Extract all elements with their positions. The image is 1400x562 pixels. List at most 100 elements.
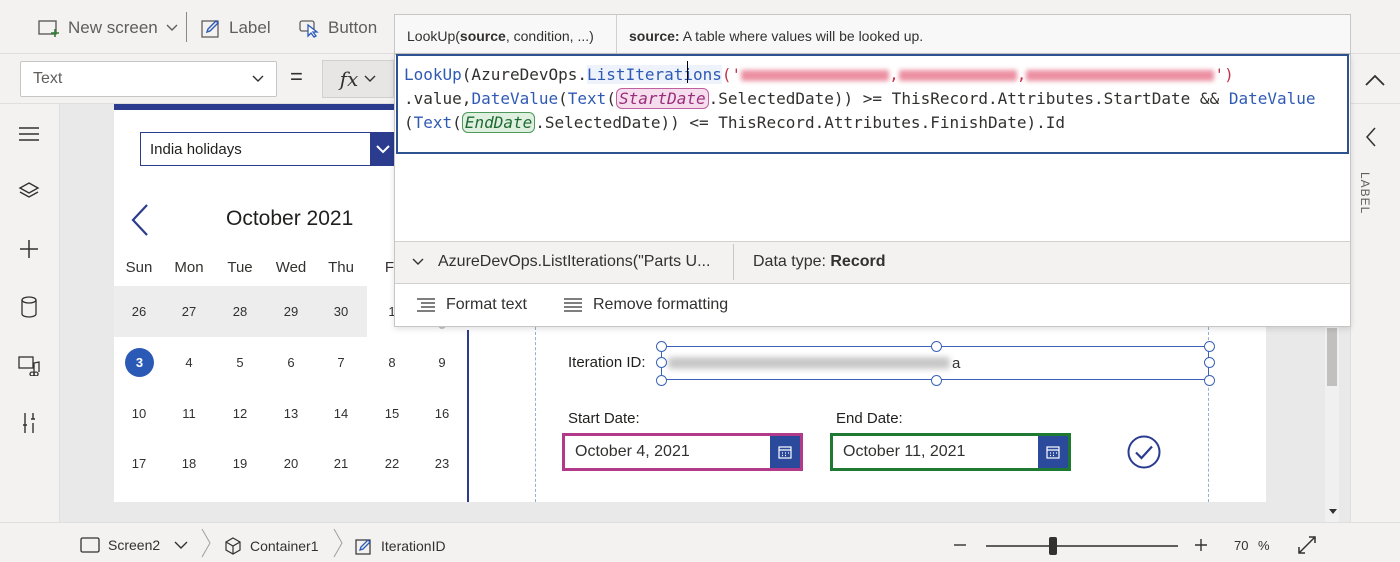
calendar-day[interactable]: 30	[316, 304, 366, 319]
resize-handle[interactable]	[1204, 357, 1215, 368]
function-signature: LookUp(source, condition, ...)	[407, 28, 594, 44]
chevron-left-icon[interactable]	[1365, 126, 1377, 148]
start-date-label: Start Date:	[568, 410, 640, 427]
calendar-day[interactable]: 15	[367, 406, 417, 421]
resize-handle[interactable]	[656, 341, 667, 352]
calendar-day[interactable]: 14	[316, 406, 366, 421]
redacted-value	[668, 357, 950, 369]
check-circle-icon[interactable]	[1127, 435, 1161, 469]
calendar-day[interactable]: 7	[316, 355, 366, 370]
start-date-calendar-button[interactable]	[770, 436, 800, 468]
zoom-slider[interactable]	[986, 545, 1178, 547]
calendar-day[interactable]: 11	[164, 406, 214, 421]
calendar-selected-day[interactable]: 3	[125, 348, 154, 377]
remove-formatting-button[interactable]: Remove formatting	[563, 296, 728, 314]
insert-button-button[interactable]: Button	[298, 14, 377, 42]
zoom-slider-thumb[interactable]	[1049, 537, 1057, 555]
calendar-day[interactable]: 13	[266, 406, 316, 421]
calendar-day[interactable]: 10	[114, 406, 164, 421]
new-screen-button[interactable]: New screen	[38, 14, 178, 42]
fx-icon: fx	[339, 67, 359, 91]
tools-icon[interactable]	[16, 410, 42, 436]
scroll-down-icon[interactable]	[1328, 508, 1338, 516]
breadcrumb-container[interactable]: Container1	[224, 537, 319, 555]
code-token: ,	[889, 65, 899, 84]
calendar-day[interactable]: 27	[164, 304, 214, 319]
code-token: LookUp	[404, 65, 462, 84]
calendar-divider	[467, 330, 469, 502]
layers-icon[interactable]	[16, 178, 42, 204]
calendar-day[interactable]: 29	[266, 304, 316, 319]
hamburger-icon[interactable]	[16, 121, 42, 147]
media-icon[interactable]	[16, 352, 42, 378]
calendar-day[interactable]: 9	[417, 355, 467, 370]
resize-handle[interactable]	[1204, 375, 1215, 386]
calendar-day[interactable]: 19	[215, 456, 265, 471]
resize-handle[interactable]	[931, 375, 942, 386]
equals-sign: =	[290, 64, 303, 89]
property-select[interactable]: Text	[20, 61, 277, 97]
panel-label: LABEL	[1358, 172, 1372, 215]
start-date-picker[interactable]: October 4, 2021	[562, 433, 803, 471]
new-screen-label: New screen	[68, 18, 158, 37]
result-expression-toggle[interactable]: AzureDevOps.ListIterations("Parts U...	[412, 253, 710, 271]
calendar-day[interactable]: 8	[367, 355, 417, 370]
calendar-day[interactable]: 16	[417, 406, 467, 421]
breadcrumb-control[interactable]: IterationID	[355, 537, 446, 555]
resize-handle[interactable]	[656, 357, 667, 368]
insert-label-button[interactable]: Label	[201, 14, 271, 42]
code-token: Text	[567, 89, 607, 108]
end-date-calendar-button[interactable]	[1038, 436, 1068, 468]
end-date-picker[interactable]: October 11, 2021	[830, 433, 1071, 471]
holiday-dropdown-chevron[interactable]	[370, 132, 396, 166]
properties-panel-collapsed[interactable]	[1350, 104, 1400, 522]
code-token: ListIterations	[587, 65, 722, 84]
new-screen-icon	[38, 20, 59, 37]
resize-handle[interactable]	[931, 341, 942, 352]
code-token: DateValue	[471, 89, 559, 108]
code-line-1: LookUp(AzureDevOps.ListIterations(',, ')	[404, 65, 1234, 84]
chevron-down-icon	[174, 541, 188, 549]
collapse-up-icon[interactable]	[1364, 68, 1386, 92]
redacted-string	[1026, 70, 1215, 81]
calendar-day[interactable]: 4	[164, 355, 214, 370]
formula-editor[interactable]: LookUp(AzureDevOps.ListIterations(',, ') …	[396, 54, 1349, 154]
param-description: source: A table where values will be loo…	[629, 28, 923, 44]
data-type-value: Record	[830, 253, 886, 270]
code-token: ,	[1016, 65, 1027, 84]
fit-to-window-icon[interactable]	[1297, 535, 1317, 555]
calendar-day[interactable]: 21	[316, 456, 366, 471]
zoom-unit: %	[1258, 538, 1270, 553]
resize-handle[interactable]	[656, 375, 667, 386]
container-outline-left	[535, 327, 536, 502]
calendar-day[interactable]: 6	[266, 355, 316, 370]
calendar-day[interactable]: 22	[367, 456, 417, 471]
calendar-day[interactable]: 18	[164, 456, 214, 471]
fx-button[interactable]: fx	[322, 60, 394, 98]
breadcrumb-separator	[333, 528, 343, 558]
remove-formatting-label: Remove formatting	[593, 296, 729, 313]
plus-icon[interactable]	[16, 236, 42, 262]
resize-handle[interactable]	[1204, 341, 1215, 352]
calendar-day[interactable]: 26	[114, 304, 164, 319]
holiday-dropdown[interactable]: India holidays	[140, 132, 396, 166]
zoom-value: 70	[1234, 538, 1249, 553]
calendar-prev-icon[interactable]	[128, 202, 152, 238]
calendar-day[interactable]: 23	[417, 456, 467, 471]
breadcrumb-screen[interactable]: Screen2	[80, 537, 188, 553]
database-icon[interactable]	[16, 294, 42, 320]
calendar-icon	[778, 446, 792, 459]
calendar-day[interactable]: 5	[215, 355, 265, 370]
calendar-day[interactable]: 12	[215, 406, 265, 421]
code-token: .SelectedDate)) >= ThisRecord.Attributes…	[708, 89, 1229, 108]
calendar-day[interactable]: 17	[114, 456, 164, 471]
zoom-in-icon[interactable]	[1194, 538, 1208, 552]
canvas-scrollbar-thumb[interactable]	[1327, 328, 1337, 386]
zoom-out-icon[interactable]	[953, 538, 967, 552]
calendar-day-name: Sun	[125, 259, 153, 276]
calendar-day[interactable]: 28	[215, 304, 265, 319]
result-divider	[733, 244, 734, 280]
left-rail	[0, 104, 60, 522]
calendar-day[interactable]: 20	[266, 456, 316, 471]
format-text-button[interactable]: Format text	[416, 296, 527, 314]
